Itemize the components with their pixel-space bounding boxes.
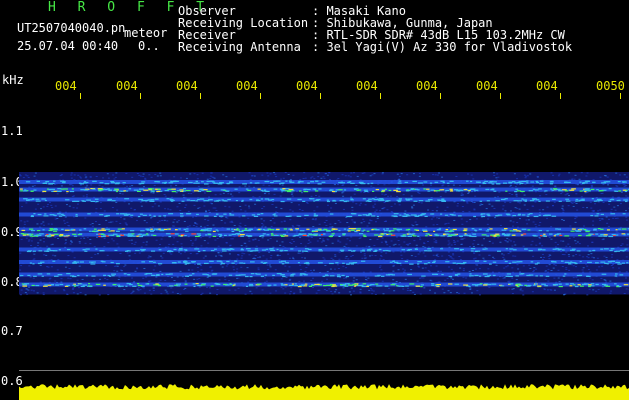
x-tick-label: 0050 [596, 79, 625, 93]
x-tick-label: 004 [116, 79, 138, 93]
count: 0.. [138, 39, 160, 53]
x-tick-label: 004 [416, 79, 438, 93]
x-tick-label: 004 [296, 79, 318, 93]
antenna-value: : 3el Yagi(V) Az 330 for Vladivostok [312, 40, 573, 54]
x-tick-label: 004 [476, 79, 498, 93]
y-unit-label: kHz [2, 73, 24, 87]
x-tick-label: 004 [236, 79, 258, 93]
detection-label: meteor [124, 26, 168, 40]
noise-floor-trace [19, 384, 629, 400]
x-tick-label: 004 [55, 79, 77, 93]
file-name: UT2507040040.pn [17, 21, 126, 35]
antenna-label: Receiving Antenna [178, 40, 301, 54]
signal-band [19, 247, 629, 252]
datetime: 25.07.04 00:40 [17, 39, 119, 53]
x-tick-label: 004 [176, 79, 198, 93]
x-tick-label: 004 [536, 79, 558, 93]
x-tick-label: 004 [356, 79, 378, 93]
waterfall-spectrogram [19, 172, 629, 400]
reference-line [19, 370, 629, 371]
